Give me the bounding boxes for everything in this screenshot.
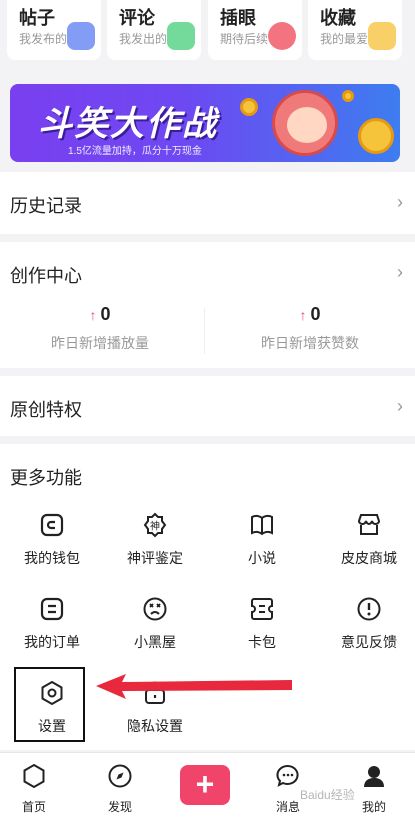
shop-icon <box>357 514 381 535</box>
original-privilege-row[interactable]: 原创特权 › <box>0 376 415 436</box>
nav-home[interactable]: 首页 <box>4 763 64 815</box>
grid-item-pipi-mall[interactable]: 皮皮商城 <box>317 512 415 568</box>
wallet-icon <box>40 513 64 537</box>
stat-likes-label: 昨日新增获赞数 <box>261 335 359 351</box>
grid-item-shen-ping[interactable]: 神 神评鉴定 <box>103 512 207 568</box>
comments-deco-icon <box>167 22 195 50</box>
original-label: 原创特权 <box>10 400 82 420</box>
grid-item-label: 我的订单 <box>24 634 80 650</box>
publish-plus-button[interactable]: + <box>180 765 230 805</box>
grid-item-label: 卡包 <box>248 634 276 650</box>
profile-icon <box>364 766 384 787</box>
grid-item-label: 皮皮商城 <box>341 550 397 566</box>
stat-plays[interactable]: ↑ 0 昨日新增播放量 <box>0 304 200 353</box>
stat-likes-value: 0 <box>310 304 321 324</box>
nav-home-label: 首页 <box>21 800 46 814</box>
arrow-up-icon: ↑ <box>89 307 97 323</box>
chevron-right-icon: › <box>397 192 403 212</box>
shen-badge-icon: 神 <box>143 512 167 538</box>
annotation-highlight-box <box>14 667 85 742</box>
stat-plays-label: 昨日新增播放量 <box>51 335 149 351</box>
stat-divider <box>204 308 205 354</box>
grid-item-label: 我的钱包 <box>24 550 80 566</box>
posts-deco-icon <box>67 22 95 50</box>
banner-subtitle: 1.5亿流量加持，瓜分十万现金 <box>68 146 202 157</box>
chevron-right-icon[interactable]: › <box>397 262 403 283</box>
grid-item-blackroom[interactable]: 小黑屋 <box>103 596 207 652</box>
stat-plays-value: 0 <box>100 304 111 324</box>
card-comments-title: 评论 <box>119 8 155 28</box>
arrow-up-icon: ↑ <box>299 307 307 323</box>
grid-item-wallet[interactable]: 我的钱包 <box>0 512 104 568</box>
nav-discover[interactable]: 发现 <box>90 763 150 815</box>
card-posts-title: 帖子 <box>19 8 55 28</box>
bookmark-deco-icon <box>268 22 296 50</box>
card-posts-subtitle: 我发布的 <box>19 32 68 46</box>
feedback-icon <box>357 597 381 621</box>
grid-item-novel[interactable]: 小说 <box>210 512 314 568</box>
book-icon <box>251 515 273 536</box>
grid-item-feedback[interactable]: 意见反馈 <box>317 596 415 652</box>
dizzy-face-icon <box>143 597 167 621</box>
grid-item-label: 意见反馈 <box>341 634 397 650</box>
chevron-right-icon: › <box>397 396 403 416</box>
history-row[interactable]: 历史记录 › <box>0 172 415 234</box>
grid-item-label: 隐私设置 <box>127 718 183 734</box>
card-favorites[interactable]: 收藏 我的最爱 <box>308 0 402 60</box>
coin-icon <box>240 98 258 116</box>
stat-likes[interactable]: ↑ 0 昨日新增获赞数 <box>210 304 410 353</box>
card-bookmark[interactable]: 插眼 期待后续 <box>208 0 302 60</box>
grid-item-label: 神评鉴定 <box>127 550 183 566</box>
grid-item-orders[interactable]: 我的订单 <box>0 596 104 652</box>
card-favorites-subtitle: 我的最爱 <box>320 32 369 46</box>
card-comments-subtitle: 我发出的 <box>119 32 168 46</box>
card-comments[interactable]: 评论 我发出的 <box>107 0 201 60</box>
mascot-character <box>272 90 338 156</box>
more-label: 更多功能 <box>10 468 82 488</box>
grid-item-label: 小黑屋 <box>134 634 176 650</box>
coin-icon <box>358 118 394 154</box>
top-cards: 帖子 我发布的 评论 我发出的 插眼 期待后续 收藏 我的最爱 <box>0 0 415 66</box>
annotation-arrow-icon <box>96 674 292 699</box>
card-pack-icon <box>251 598 273 620</box>
message-icon <box>276 765 299 787</box>
watermark: Baidu经验 <box>300 788 355 802</box>
promo-banner[interactable]: 斗笑大作战 1.5亿流量加持，瓜分十万现金 <box>10 84 400 162</box>
card-posts[interactable]: 帖子 我发布的 <box>7 0 101 60</box>
history-label: 历史记录 <box>10 196 82 216</box>
creation-label[interactable]: 创作中心 <box>10 262 82 288</box>
banner-title: 斗笑大作战 <box>38 105 218 143</box>
card-favorites-title: 收藏 <box>320 8 356 28</box>
nav-discover-label: 发现 <box>107 800 132 814</box>
compass-icon <box>108 764 132 788</box>
coin-icon <box>342 90 354 102</box>
home-icon <box>23 763 45 789</box>
card-bookmark-title: 插眼 <box>220 8 256 28</box>
grid-item-card-pack[interactable]: 卡包 <box>210 596 314 652</box>
grid-item-label: 小说 <box>248 550 276 566</box>
card-bookmark-subtitle: 期待后续 <box>220 32 269 46</box>
order-icon <box>40 597 64 621</box>
svg-text:神: 神 <box>150 520 160 533</box>
favorites-deco-icon <box>368 22 396 50</box>
